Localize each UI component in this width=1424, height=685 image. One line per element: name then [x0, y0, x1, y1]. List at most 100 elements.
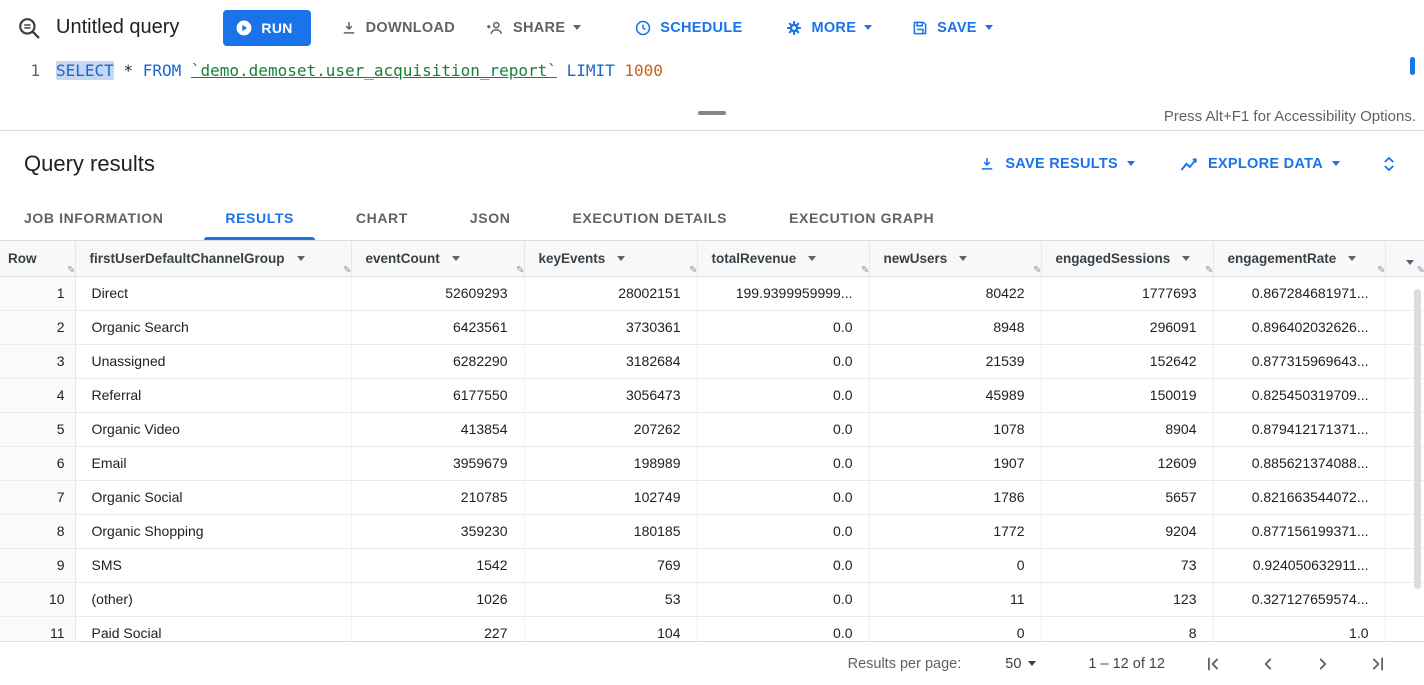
table-cell: 3730361 — [524, 310, 697, 344]
column-resize-icon[interactable]: ✎ — [1417, 266, 1424, 276]
person-add-icon — [485, 18, 505, 38]
table-cell: 1786 — [869, 480, 1041, 514]
sql-number-literal: 1000 — [624, 61, 663, 80]
table-cell: 53 — [524, 582, 697, 616]
tab-results[interactable]: RESULTS — [194, 196, 325, 240]
column-header-overflow[interactable]: ✎ — [1385, 241, 1424, 276]
table-cell: 52609293 — [351, 276, 524, 310]
column-menu-arrow-icon[interactable] — [297, 256, 305, 261]
results-header: Query results SAVE RESULTS EXPLORE DATA — [0, 131, 1424, 196]
row-number-cell: 1 — [0, 276, 75, 310]
run-button[interactable]: RUN — [223, 10, 310, 46]
table-cell: 104 — [524, 616, 697, 641]
table-cell: 11 — [869, 582, 1041, 616]
table-cell: 123 — [1041, 582, 1213, 616]
run-button-label: RUN — [261, 20, 292, 36]
previous-page-button[interactable] — [1248, 644, 1288, 684]
expand-results-button[interactable] — [1378, 153, 1400, 175]
table-cell: 0.825450319709... — [1213, 378, 1385, 412]
share-button[interactable]: SHARE — [485, 18, 581, 38]
column-menu-arrow-icon[interactable] — [617, 256, 625, 261]
table-cell-overflow — [1385, 616, 1424, 641]
column-menu-arrow-icon[interactable] — [959, 256, 967, 261]
column-header-keyevents[interactable]: keyEvents✎ — [524, 241, 697, 276]
table-cell: 1772 — [869, 514, 1041, 548]
schedule-button[interactable]: SCHEDULE — [634, 19, 742, 37]
table-cell: 210785 — [351, 480, 524, 514]
table-cell: 0.0 — [697, 616, 869, 641]
table-cell: Organic Search — [75, 310, 351, 344]
column-menu-arrow-icon[interactable] — [1182, 256, 1190, 261]
tab-execution-graph[interactable]: EXECUTION GRAPH — [758, 196, 965, 240]
column-header-row[interactable]: Row✎ — [0, 241, 75, 276]
table-cell: 45989 — [869, 378, 1041, 412]
results-per-page-select[interactable]: 50 — [1005, 656, 1036, 672]
table-cell: 199.9399959999... — [697, 276, 869, 310]
query-icon — [16, 15, 42, 41]
column-header-engagementrate[interactable]: engagementRate✎ — [1213, 241, 1385, 276]
column-header-newusers[interactable]: newUsers✎ — [869, 241, 1041, 276]
results-table-container[interactable]: Row✎firstUserDefaultChannelGroup✎eventCo… — [0, 241, 1424, 641]
chevron-left-icon — [1257, 653, 1279, 675]
table-row: 5Organic Video4138542072620.0107889040.8… — [0, 412, 1424, 446]
table-cell: Direct — [75, 276, 351, 310]
editor-scrollbar[interactable] — [1410, 57, 1415, 75]
tab-chart[interactable]: CHART — [325, 196, 439, 240]
chevron-down-icon — [1332, 161, 1340, 166]
download-icon — [340, 19, 358, 37]
table-row: 11Paid Social2271040.0081.0 — [0, 616, 1424, 641]
row-number-cell: 4 — [0, 378, 75, 412]
tab-execution-details[interactable]: EXECUTION DETAILS — [541, 196, 758, 240]
save-results-icon — [978, 155, 996, 173]
first-page-icon — [1202, 653, 1224, 675]
sql-editor[interactable]: 1 SELECT * FROM `demo.demoset.user_acqui… — [0, 55, 1424, 102]
column-header-firstuserdefaultchannelgroup[interactable]: firstUserDefaultChannelGroup✎ — [75, 241, 351, 276]
share-button-label: SHARE — [513, 20, 565, 36]
table-cell: 0.0 — [697, 548, 869, 582]
play-circle-icon — [235, 19, 253, 37]
tab-json[interactable]: JSON — [439, 196, 542, 240]
results-table-header-row: Row✎firstUserDefaultChannelGroup✎eventCo… — [0, 241, 1424, 276]
table-cell: 0.877156199371... — [1213, 514, 1385, 548]
unfold-chevrons-icon — [1378, 153, 1400, 175]
first-page-button[interactable] — [1193, 644, 1233, 684]
table-vertical-scrollbar[interactable] — [1414, 289, 1421, 589]
next-page-button[interactable] — [1303, 644, 1343, 684]
table-cell: 0.877315969643... — [1213, 344, 1385, 378]
results-per-page-label: Results per page: — [848, 656, 962, 672]
save-button[interactable]: SAVE — [911, 19, 993, 37]
table-row: 2Organic Search642356137303610.089482960… — [0, 310, 1424, 344]
column-header-totalrevenue[interactable]: totalRevenue✎ — [697, 241, 869, 276]
panel-resize-handle[interactable] — [698, 111, 726, 115]
tab-label: RESULTS — [225, 210, 294, 226]
save-icon — [911, 19, 929, 37]
table-cell: 3959679 — [351, 446, 524, 480]
table-cell: 5657 — [1041, 480, 1213, 514]
sql-space — [181, 61, 191, 80]
more-button[interactable]: MORE — [785, 19, 872, 37]
explore-data-button[interactable]: EXPLORE DATA — [1179, 154, 1340, 174]
column-menu-arrow-icon[interactable] — [808, 256, 816, 261]
last-page-button[interactable] — [1358, 644, 1398, 684]
table-cell: 0.0 — [697, 412, 869, 446]
save-button-label: SAVE — [937, 20, 977, 36]
table-cell: 0 — [869, 616, 1041, 641]
sql-code-line[interactable]: SELECT * FROM `demo.demoset.user_acquisi… — [56, 55, 663, 102]
column-menu-arrow-icon[interactable] — [1406, 260, 1414, 265]
download-button[interactable]: DOWNLOAD — [340, 19, 455, 37]
column-menu-arrow-icon[interactable] — [1348, 256, 1356, 261]
sql-table-reference[interactable]: `demo.demoset.user_acquisition_report` — [191, 61, 557, 80]
line-number: 1 — [30, 61, 40, 80]
tab-label: CHART — [356, 210, 408, 226]
column-menu-arrow-icon[interactable] — [452, 256, 460, 261]
tab-job-information[interactable]: JOB INFORMATION — [0, 196, 194, 240]
chevron-down-icon — [573, 25, 581, 30]
save-results-button[interactable]: SAVE RESULTS — [978, 155, 1135, 173]
column-label: keyEvents — [539, 251, 606, 266]
chevron-down-icon — [864, 25, 872, 30]
row-number-cell: 2 — [0, 310, 75, 344]
table-cell: 0.879412171371... — [1213, 412, 1385, 446]
table-cell: 28002151 — [524, 276, 697, 310]
column-header-eventcount[interactable]: eventCount✎ — [351, 241, 524, 276]
column-header-engagedsessions[interactable]: engagedSessions✎ — [1041, 241, 1213, 276]
